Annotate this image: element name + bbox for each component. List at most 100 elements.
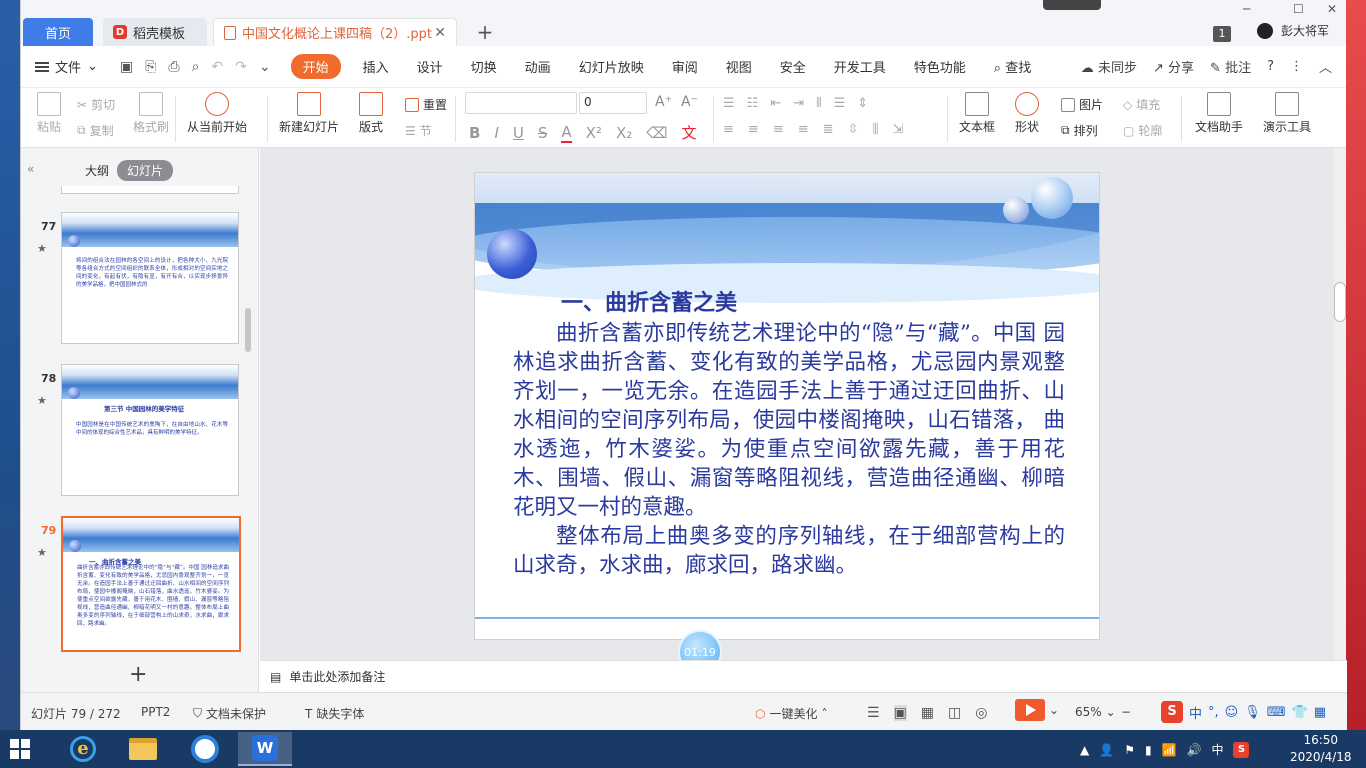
strikethrough-icon[interactable]: S: [538, 124, 548, 142]
font-size-select[interactable]: 0: [579, 92, 647, 114]
shape-button[interactable]: 形状: [1015, 92, 1039, 135]
phonetic-icon[interactable]: 文: [681, 122, 696, 143]
start-button[interactable]: [10, 739, 30, 759]
tab-slides[interactable]: 幻灯片: [117, 159, 174, 181]
close-tab-icon[interactable]: ✕: [434, 25, 446, 41]
save-icon[interactable]: ▣: [120, 59, 133, 75]
para-spacing-icon[interactable]: ⇳: [848, 122, 859, 137]
normal-view-icon[interactable]: ▣: [893, 705, 907, 721]
underline-icon[interactable]: U: [513, 124, 524, 142]
explorer-taskbar-button[interactable]: [116, 732, 170, 766]
doc-helper-button[interactable]: 文档助手: [1195, 92, 1243, 135]
tab-start[interactable]: 开始: [290, 54, 341, 79]
align-right-icon[interactable]: ≡: [773, 122, 784, 137]
file-menu[interactable]: 文件 ⌄: [35, 57, 98, 76]
undo-icon[interactable]: ↶: [211, 59, 223, 75]
format-painter-button[interactable]: 格式刷: [133, 92, 169, 135]
comment-button[interactable]: ✎ 批注: [1210, 57, 1251, 76]
battery-icon[interactable]: ▮: [1145, 743, 1152, 757]
sync-button[interactable]: ☁ 未同步: [1081, 57, 1137, 76]
print-preview-icon[interactable]: ⌕: [192, 59, 200, 75]
scrollbar-thumb[interactable]: [1334, 282, 1346, 322]
tab-transition[interactable]: 切换: [457, 57, 511, 76]
tab-review[interactable]: 审阅: [658, 57, 712, 76]
notes-pane[interactable]: ▤ 单击此处添加备注: [260, 660, 1347, 692]
bold-icon[interactable]: B: [469, 124, 480, 142]
column-icon[interactable]: ⫼: [872, 122, 878, 137]
tab-design[interactable]: 设计: [403, 57, 457, 76]
close-window-button[interactable]: ✕: [1327, 2, 1337, 16]
copy-button[interactable]: ⧉ 复制: [77, 122, 114, 139]
collapse-panel-icon[interactable]: «: [27, 162, 34, 176]
section-button[interactable]: ☰ 节: [405, 122, 432, 139]
taskbar-clock[interactable]: 16:50 2020/4/18: [1290, 732, 1352, 766]
new-slide-button[interactable]: 新建幻灯片: [279, 92, 339, 135]
indent-icon[interactable]: ⇲: [892, 122, 903, 137]
collapse-ribbon-icon[interactable]: ︿: [1319, 57, 1332, 76]
print-icon[interactable]: ⎙: [168, 59, 179, 75]
search-button[interactable]: ⌕ 查找: [980, 57, 1045, 76]
numbered-list-icon[interactable]: ☷: [747, 96, 759, 111]
panel-scrollbar[interactable]: [245, 308, 251, 352]
presenter-view-icon[interactable]: ◎: [975, 705, 987, 721]
tab-document[interactable]: 中国文化概论上课四稿（2）.ppt ✕: [213, 18, 457, 46]
increase-font-icon[interactable]: A⁺: [655, 94, 672, 110]
bullet-list-icon[interactable]: ☰: [723, 96, 735, 111]
distribute-icon[interactable]: ≣: [823, 122, 834, 137]
slide-title[interactable]: 一、曲折含蓄之美: [561, 285, 737, 317]
maximize-button[interactable]: ☐: [1293, 2, 1304, 16]
superscript-icon[interactable]: X²: [586, 124, 602, 142]
tray-ime[interactable]: 中: [1211, 741, 1223, 758]
font-name-select[interactable]: [465, 92, 577, 114]
list-view-icon[interactable]: ☰: [867, 705, 880, 721]
tab-animation[interactable]: 动画: [511, 57, 565, 76]
previous-thumbnail-edge[interactable]: [61, 186, 239, 194]
tab-daoke-templates[interactable]: D 稻壳模板: [103, 18, 207, 46]
slide-thumbnail-selected[interactable]: 一、曲折含蓄之美 曲折含蓄亦即传统艺术理论中的“隐”与“藏”。中国 园林追求曲折…: [61, 516, 241, 652]
volume-icon[interactable]: 🔊: [1187, 743, 1202, 757]
tab-features[interactable]: 特色功能: [900, 57, 980, 76]
more-options-icon[interactable]: ⋮: [1290, 59, 1303, 74]
arrange-button[interactable]: ⧉ 排列: [1061, 122, 1098, 139]
window-count-badge[interactable]: 1: [1213, 26, 1231, 42]
current-slide[interactable]: 一、曲折含蓄之美 曲折含蓄亦即传统艺术理论中的“隐”与“藏”。中国 园林追求曲折…: [474, 172, 1100, 640]
text-direction-icon[interactable]: ⫴: [816, 96, 821, 111]
textbox-button[interactable]: 文本框: [959, 92, 995, 135]
thumbnail-row-78[interactable]: 78 ★ 第三节 中国园林的美学特征 中国园林是在中国传统艺术的熏陶下，在自由地…: [21, 364, 249, 504]
help-icon[interactable]: ?: [1267, 59, 1274, 74]
tab-insert[interactable]: 插入: [349, 57, 403, 76]
zoom-level[interactable]: 65% ⌄: [1075, 705, 1116, 719]
star-icon[interactable]: ★: [37, 546, 47, 559]
minimize-button[interactable]: ─: [1243, 2, 1250, 16]
redo-icon[interactable]: ↷: [235, 59, 247, 75]
add-slide-button[interactable]: +: [129, 662, 147, 687]
tab-view[interactable]: 视图: [712, 57, 766, 76]
font-color-icon[interactable]: A: [561, 123, 572, 143]
tab-home[interactable]: 首页: [23, 18, 93, 46]
subscript-icon[interactable]: X₂: [616, 124, 632, 142]
beautify-button[interactable]: ⬡ 一键美化 ˄: [755, 705, 828, 722]
star-icon[interactable]: ★: [37, 394, 47, 407]
new-tab-button[interactable]: +: [473, 18, 497, 46]
italic-icon[interactable]: I: [494, 124, 498, 142]
star-icon[interactable]: ★: [37, 242, 47, 255]
ime-toolbar[interactable]: S 中 °, ☺ 🎙 ⌨ 👕 ▦: [1161, 701, 1326, 723]
tab-security[interactable]: 安全: [766, 57, 820, 76]
missing-font-button[interactable]: T 缺失字体: [305, 705, 364, 722]
show-hidden-icons[interactable]: ▲: [1080, 743, 1089, 757]
more-icon[interactable]: ⌄: [259, 59, 271, 75]
share-button[interactable]: ↗ 分享: [1153, 57, 1194, 76]
thumbnail-row-79[interactable]: 79 ★ 一、曲折含蓄之美 曲折含蓄亦即传统艺术理论中的“隐”与“藏”。中国 园…: [21, 516, 249, 656]
play-slideshow-button[interactable]: ⌄: [1015, 699, 1059, 721]
align-left-icon[interactable]: ≡: [723, 122, 734, 137]
clear-format-icon[interactable]: ⌫: [646, 124, 667, 142]
zoom-out-button[interactable]: −: [1121, 705, 1131, 719]
from-current-button[interactable]: 从当前开始: [187, 92, 247, 135]
slide-thumbnail[interactable]: 第三节 中国园林的美学特征 中国园林是在中国传统艺术的熏陶下，在自由地山水、花木…: [61, 364, 239, 496]
reading-view-icon[interactable]: ◫: [948, 705, 961, 721]
layout-button[interactable]: 版式: [359, 92, 383, 135]
present-tools-button[interactable]: 演示工具: [1263, 92, 1311, 135]
app-taskbar-button[interactable]: [178, 732, 232, 766]
user-account[interactable]: 彭大将军: [1257, 22, 1329, 39]
sogou-tray-icon[interactable]: S: [1233, 741, 1250, 758]
